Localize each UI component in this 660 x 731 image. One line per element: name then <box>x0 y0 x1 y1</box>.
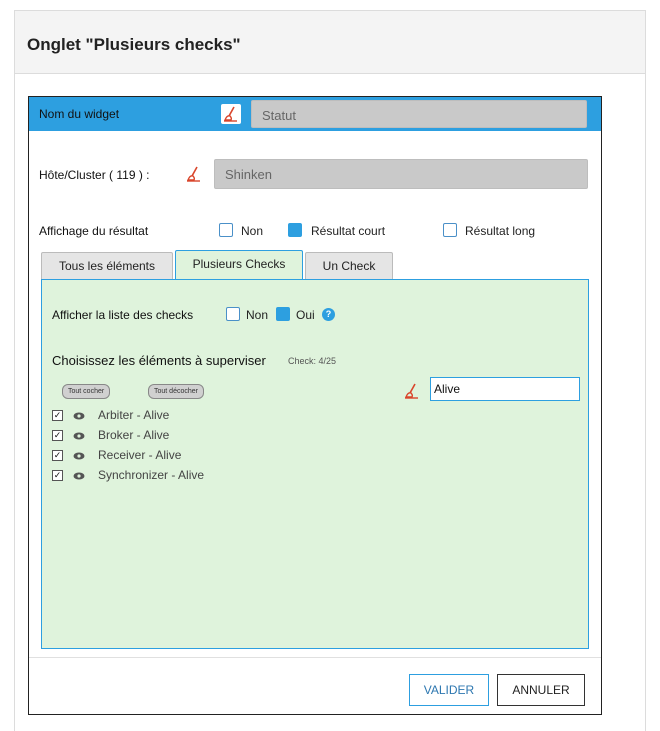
show-list-non-checkbox[interactable] <box>226 307 240 321</box>
display-long-checkbox[interactable] <box>443 223 457 237</box>
display-non-label: Non <box>241 224 264 238</box>
tab-single-check[interactable]: Un Check <box>305 252 393 280</box>
item-checkbox[interactable]: ✓ <box>52 470 63 481</box>
display-short-label: Résultat court <box>311 224 386 238</box>
widget-name-field[interactable]: Statut <box>251 100 587 128</box>
section-title: Choisissez les éléments à superviser <box>52 353 266 368</box>
item-checkbox[interactable]: ✓ <box>52 430 63 441</box>
dialog-header: Nom du widget Statut <box>29 97 601 131</box>
widget-name-label: Nom du widget <box>39 107 120 121</box>
clear-widget-name-broom-icon[interactable] <box>221 104 241 124</box>
filter-input[interactable]: Alive <box>430 377 580 401</box>
host-cluster-label: Hôte/Cluster ( 119 ) : <box>39 168 150 182</box>
display-short-checkbox[interactable] <box>288 223 302 237</box>
check-all-button[interactable]: Tout cocher <box>62 384 111 399</box>
item-checkbox[interactable]: ✓ <box>52 410 63 421</box>
multiple-checks-panel: Afficher la liste des checks Non Oui ? C… <box>41 279 589 649</box>
tab-multiple-checks[interactable]: Plusieurs Checks <box>175 250 303 280</box>
item-label: Arbiter - Alive <box>98 408 170 422</box>
cancel-button[interactable]: ANNULER <box>497 674 585 706</box>
host-cluster-field[interactable]: Shinken <box>214 159 588 189</box>
uncheck-all-button[interactable]: Tout décocher <box>148 384 204 399</box>
tab-all-elements[interactable]: Tous les éléments <box>41 252 173 280</box>
item-checkbox[interactable]: ✓ <box>52 450 63 461</box>
check-count: Check: 4/25 <box>288 356 337 366</box>
widget-config-dialog: Nom du widget Statut Hôte/Cluster ( 119 … <box>28 96 602 715</box>
display-non-checkbox[interactable] <box>219 223 233 237</box>
show-checks-list-label: Afficher la liste des checks <box>52 308 194 322</box>
eye-icon[interactable] <box>73 452 85 460</box>
eye-icon[interactable] <box>73 432 85 440</box>
show-list-oui-label: Oui <box>296 308 315 322</box>
item-label: Broker - Alive <box>98 428 170 442</box>
show-list-oui-checkbox[interactable] <box>276 307 290 321</box>
validate-button[interactable]: VALIDER <box>409 674 489 706</box>
document-title: Onglet "Plusieurs checks" <box>27 35 241 54</box>
item-label: Synchronizer - Alive <box>98 468 205 482</box>
item-label: Receiver - Alive <box>98 448 182 462</box>
display-result-label: Affichage du résultat <box>39 224 149 238</box>
show-list-non-label: Non <box>246 308 269 322</box>
eye-icon[interactable] <box>73 412 85 420</box>
footer-divider <box>29 657 601 658</box>
help-icon[interactable]: ? <box>322 308 335 321</box>
display-long-label: Résultat long <box>465 224 536 238</box>
clear-host-broom-icon[interactable] <box>184 164 204 184</box>
eye-icon[interactable] <box>73 472 85 480</box>
document-header: Onglet "Plusieurs checks" <box>15 11 645 74</box>
clear-filter-broom-icon[interactable] <box>402 381 422 401</box>
